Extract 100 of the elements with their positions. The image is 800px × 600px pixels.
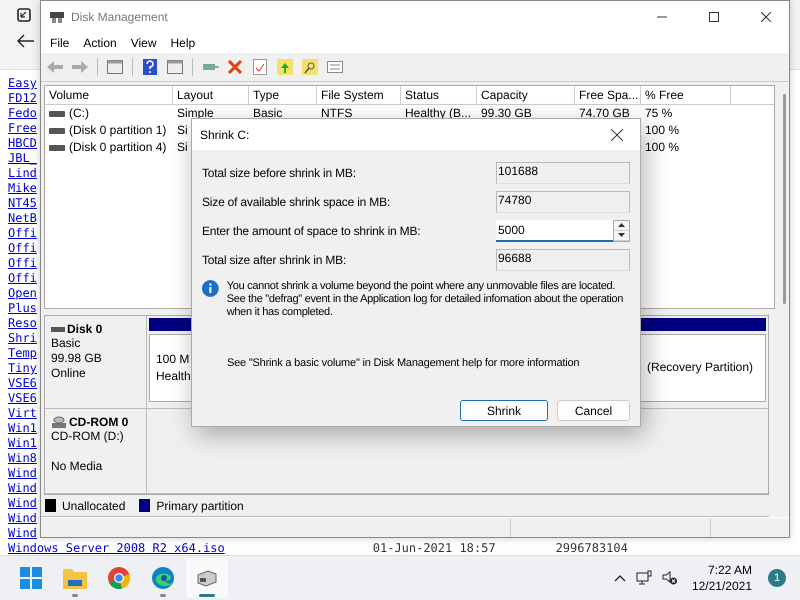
table-cell: 100 %	[645, 139, 680, 156]
field-label: Total size after shrink in MB:	[202, 252, 346, 266]
file-link[interactable]: Easy	[8, 76, 37, 91]
taskbar-app[interactable]	[186, 558, 228, 598]
notification-badge[interactable]: 1	[768, 569, 786, 587]
file-link[interactable]: Wind	[8, 466, 37, 481]
column-header[interactable]: Layout	[173, 86, 249, 104]
disk-name: Disk 0	[67, 322, 102, 336]
file-link[interactable]: NetB	[8, 211, 37, 226]
column-header[interactable]: % Free	[641, 86, 731, 104]
clock-time[interactable]: 7:22 AM	[708, 562, 752, 578]
properties-button[interactable]	[250, 57, 270, 77]
folder-icon	[63, 567, 87, 589]
file-link[interactable]: Tiny	[8, 361, 37, 376]
drive-icon	[51, 325, 65, 333]
file-date: 01-Jun-2021 18:57	[372, 541, 496, 556]
info-icon	[202, 280, 219, 297]
file-link[interactable]: Offi	[8, 271, 37, 286]
folder-search-button[interactable]	[300, 57, 320, 77]
table-cell: Healthy (B...	[405, 105, 472, 122]
file-link[interactable]: Win1	[8, 436, 37, 451]
column-header[interactable]: Volume	[45, 86, 173, 104]
file-link[interactable]: Reso	[8, 316, 37, 331]
close-icon	[611, 128, 623, 140]
shrink-amount-field[interactable]: 5000	[496, 220, 613, 242]
help-button[interactable]	[140, 57, 160, 77]
file-size: 2996783104	[556, 541, 628, 556]
panel-button[interactable]	[165, 57, 185, 77]
field-label: Size of available shrink space in MB:	[202, 194, 390, 208]
file-link[interactable]: VSE6	[8, 391, 37, 406]
plug-icon	[201, 61, 219, 73]
drive-icon	[49, 110, 65, 118]
folder-up-button[interactable]	[275, 57, 295, 77]
table-cell: (C:)	[69, 105, 89, 122]
disk-info: 99.98 GB	[51, 351, 103, 366]
file-link[interactable]: Open	[8, 286, 37, 301]
down-arrow-icon	[618, 233, 625, 237]
chevron-up-icon[interactable]	[614, 574, 626, 582]
readonly-field: 101688	[496, 162, 630, 184]
scrollbar-thumb[interactable]	[783, 94, 786, 304]
column-header[interactable]: File System	[317, 86, 401, 104]
file-link[interactable]: Wind	[8, 496, 37, 511]
column-header[interactable]: Type	[249, 86, 317, 104]
drive-icon	[49, 126, 65, 134]
readonly-field: 74780	[496, 190, 630, 212]
table-cell: 75 %	[645, 105, 672, 122]
menu-item[interactable]: Action	[76, 36, 124, 50]
disk-info: CD-ROM (D:)	[51, 428, 125, 444]
file-link[interactable]: FD12	[8, 91, 37, 106]
network-icon[interactable]	[636, 570, 652, 586]
file-link[interactable]: NT45	[8, 196, 37, 211]
file-link[interactable]: Offi	[8, 226, 37, 241]
table-cell: 74.70 GB	[579, 105, 630, 122]
windows-logo-icon	[20, 567, 42, 589]
file-link[interactable]: Temp	[8, 346, 37, 361]
file-link[interactable]: Lind	[8, 166, 37, 181]
file-link[interactable]: VSE6	[8, 376, 37, 391]
clock-date[interactable]: 12/21/2021	[692, 578, 752, 594]
table-cell: Basic	[253, 105, 282, 122]
spin-up-button[interactable]	[614, 220, 629, 230]
spin-down-button[interactable]	[614, 230, 629, 240]
file-link[interactable]: Virt	[8, 406, 37, 421]
dialog-title: Shrink C:	[200, 128, 250, 142]
menu-item[interactable]: Help	[164, 36, 202, 50]
table-cell: 100 %	[645, 122, 680, 139]
file-link[interactable]: Offi	[8, 256, 37, 271]
disk-info: Online	[51, 366, 87, 381]
file-link[interactable]: Windows Server 2008 R2 x64.iso	[8, 541, 225, 556]
column-header[interactable]: Status	[401, 86, 477, 104]
panel-button[interactable]	[105, 57, 125, 77]
file-link[interactable]: Offi	[8, 241, 37, 256]
file-link[interactable]: Wind	[8, 526, 37, 541]
chrome-icon	[108, 567, 130, 589]
file-link[interactable]: Win1	[8, 421, 37, 436]
file-link[interactable]: Shri	[8, 331, 37, 346]
muted-speaker-icon[interactable]	[662, 570, 678, 586]
table-cell: (Disk 0 partition 4)	[69, 139, 166, 156]
back-arrow-icon[interactable]	[17, 34, 35, 48]
file-link[interactable]: HBCD	[8, 136, 37, 151]
column-header[interactable]: Capacity	[477, 86, 575, 104]
file-link[interactable]: Plus	[8, 301, 37, 316]
delete-button[interactable]	[225, 57, 245, 77]
menu-item[interactable]: View	[124, 36, 164, 50]
file-link[interactable]: Win8	[8, 451, 37, 466]
disk-info: No Media	[51, 458, 104, 474]
menu-item[interactable]: File	[43, 36, 76, 50]
field-label: Enter the amount of space to shrink in MB:	[202, 224, 420, 238]
legend-label: Primary partition	[156, 498, 244, 512]
table-cell: (Disk 0 partition 1)	[69, 122, 166, 139]
file-link[interactable]: Wind	[8, 511, 37, 526]
dialog-button[interactable]: Shrink	[460, 400, 548, 421]
column-header[interactable]: Free Spa...	[575, 86, 641, 104]
file-link[interactable]: JBL_	[8, 151, 37, 166]
file-link[interactable]: Mike	[8, 181, 37, 196]
file-link[interactable]: Free	[8, 121, 37, 136]
file-link[interactable]: Wind	[8, 481, 37, 496]
dialog-button[interactable]: Cancel	[557, 400, 630, 421]
help-note: See "Shrink a basic volume" in Disk Management help for more information	[227, 357, 580, 369]
file-link[interactable]: Fedo	[8, 106, 37, 121]
table-cell: Si	[177, 139, 188, 156]
